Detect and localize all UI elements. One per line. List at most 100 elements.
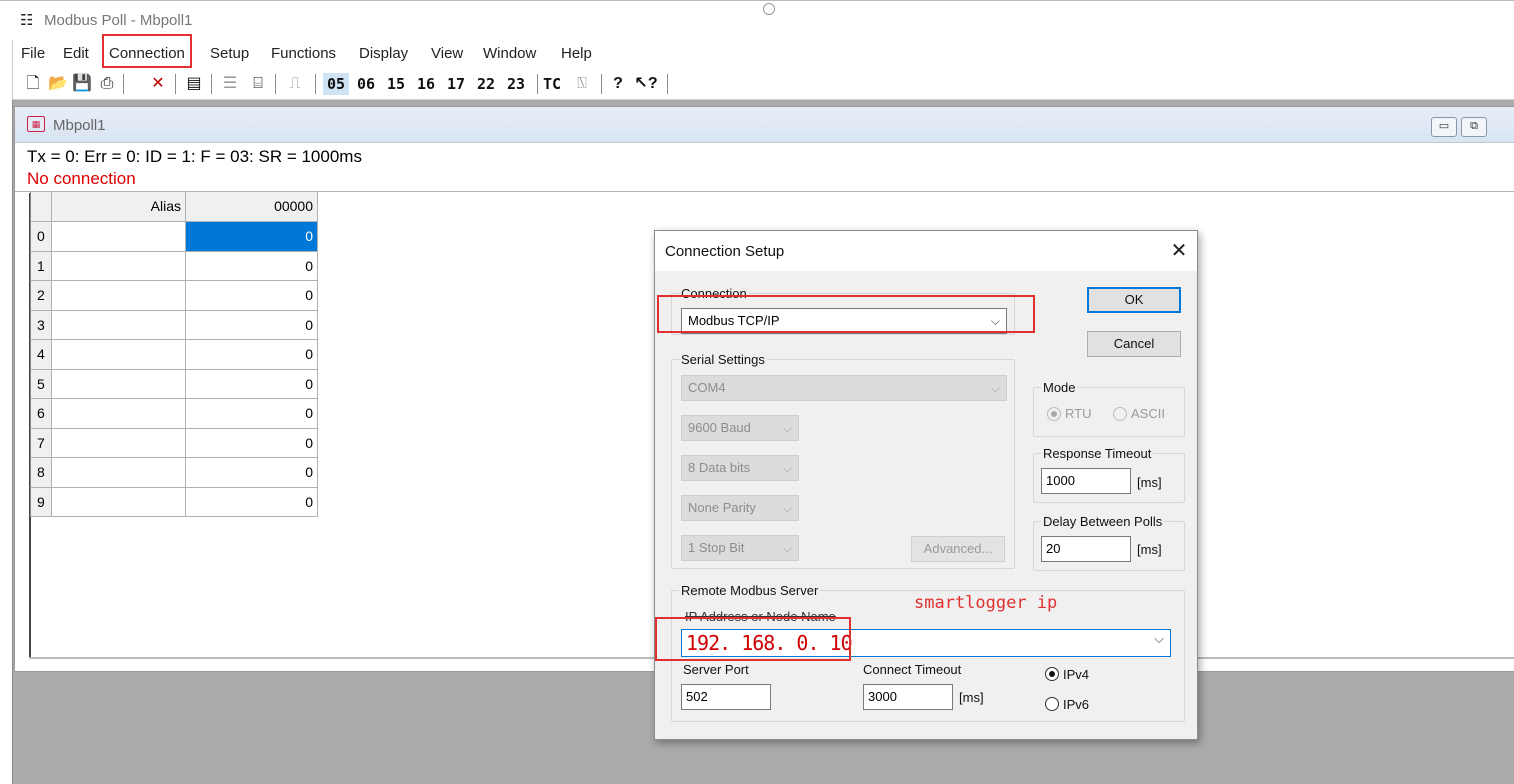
pulse-icon[interactable]: ⎍ (283, 73, 307, 95)
chart-icon[interactable]: ⍂ (571, 73, 593, 95)
address-column-header: 00000 (186, 192, 318, 222)
toolbar-separator (537, 74, 538, 94)
menu-view[interactable]: View (431, 45, 463, 62)
chevron-down-icon: ⌵ (990, 381, 1000, 395)
whats-this-help-icon[interactable]: ↖? (633, 73, 659, 95)
minimize-button[interactable]: ▭ (1431, 117, 1457, 137)
alias-cell[interactable] (52, 310, 186, 340)
alias-cell[interactable] (52, 222, 186, 252)
alias-cell[interactable] (52, 458, 186, 488)
function-06-button[interactable]: 06 (357, 73, 375, 95)
menu-file[interactable]: File (21, 45, 45, 62)
row-number: 4 (30, 340, 52, 370)
connection-status: No connection (27, 169, 136, 188)
menu-display[interactable]: Display (359, 45, 408, 62)
toolbar-separator (275, 74, 276, 94)
alias-cell[interactable] (52, 340, 186, 370)
value-cell[interactable]: 0 (186, 222, 318, 252)
row-number: 3 (30, 310, 52, 340)
print-icon[interactable]: ⎙ (95, 73, 119, 95)
ipv6-label: IPv6 (1063, 697, 1090, 712)
delete-icon[interactable]: ✕ (147, 73, 169, 95)
delay-between-polls-unit: [ms] (1137, 542, 1162, 557)
delay-between-polls-label: Delay Between Polls (1041, 514, 1165, 529)
alias-cell[interactable] (52, 281, 186, 311)
value-cell[interactable]: 0 (186, 310, 318, 340)
data-bits-select[interactable]: 8 Data bits ⌵ (681, 455, 799, 481)
mode-rtu-label: RTU (1065, 406, 1092, 421)
baud-rate-select[interactable]: 9600 Baud ⌵ (681, 415, 799, 441)
advanced-button[interactable]: Advanced... (911, 536, 1005, 562)
row-number: 0 (30, 222, 52, 252)
toolbar-separator (601, 74, 602, 94)
server-port-input[interactable]: 502 (681, 684, 771, 710)
value-cell[interactable]: 0 (186, 369, 318, 399)
function-23-button[interactable]: 23 (507, 73, 525, 95)
new-document-icon[interactable]: 🗋 (23, 73, 43, 95)
response-timeout-label: Response Timeout (1041, 446, 1154, 461)
connect-timeout-unit: [ms] (959, 690, 984, 705)
disconnect-icon[interactable]: ⌸ (247, 73, 269, 95)
function-16-button[interactable]: 16 (417, 73, 435, 95)
restore-button[interactable]: ⧉ (1461, 117, 1487, 137)
serial-settings-label: Serial Settings (679, 352, 767, 367)
value-cell[interactable]: 0 (186, 487, 318, 517)
title-bar: ☷ Modbus Poll - Mbpoll1 (0, 0, 1514, 40)
help-icon[interactable]: ? (609, 73, 627, 95)
delay-between-polls-input[interactable]: 20 (1041, 536, 1131, 562)
value-cell[interactable]: 0 (186, 251, 318, 281)
window-icon[interactable]: ▤ (183, 73, 205, 95)
ipv4-label: IPv4 (1063, 667, 1090, 682)
row-number: 1 (30, 251, 52, 281)
toolbar-separator (175, 74, 176, 94)
menu-bar: File Edit Connection Setup Functions Dis… (12, 40, 1514, 68)
mode-label: Mode (1041, 380, 1078, 395)
parity-value: None Parity (688, 500, 756, 515)
value-cell[interactable]: 0 (186, 281, 318, 311)
connect-timeout-input[interactable]: 3000 (863, 684, 953, 710)
function-17-button[interactable]: 17 (447, 73, 465, 95)
window-title: Modbus Poll - Mbpoll1 (44, 12, 193, 29)
serial-port-select[interactable]: COM4 ⌵ (681, 375, 1007, 401)
toolbar-separator (667, 74, 668, 94)
value-cell[interactable]: 0 (186, 428, 318, 458)
menu-window[interactable]: Window (483, 45, 536, 62)
annotation-box-ip-address (655, 617, 851, 661)
menu-help[interactable]: Help (561, 45, 592, 62)
stop-bits-select[interactable]: 1 Stop Bit ⌵ (681, 535, 799, 561)
chevron-down-icon: ⌵ (782, 461, 792, 475)
save-icon[interactable]: 💾 (71, 73, 93, 95)
ipv6-radio[interactable] (1045, 697, 1059, 711)
value-cell[interactable]: 0 (186, 399, 318, 429)
cancel-button[interactable]: Cancel (1087, 331, 1181, 357)
traffic-button[interactable]: TC (543, 73, 561, 95)
open-folder-icon[interactable]: 📂 (47, 73, 69, 95)
menu-edit[interactable]: Edit (63, 45, 89, 62)
parity-select[interactable]: None Parity ⌵ (681, 495, 799, 521)
close-icon[interactable]: ✕ (1163, 237, 1195, 267)
menu-functions[interactable]: Functions (271, 45, 336, 62)
alias-cell[interactable] (52, 369, 186, 399)
connect-icon[interactable]: ☰ (219, 73, 241, 95)
function-15-button[interactable]: 15 (387, 73, 405, 95)
alias-cell[interactable] (52, 251, 186, 281)
value-cell[interactable]: 0 (186, 340, 318, 370)
alias-cell[interactable] (52, 399, 186, 429)
function-05-button[interactable]: 05 (323, 73, 350, 95)
resize-handle[interactable] (763, 3, 775, 15)
serial-port-value: COM4 (688, 380, 726, 395)
app-icon: ☷ (20, 12, 34, 29)
toolbar-separator (123, 74, 124, 94)
ipv4-radio[interactable] (1045, 667, 1059, 681)
menu-setup[interactable]: Setup (210, 45, 249, 62)
alias-column-header: Alias (52, 192, 186, 222)
function-22-button[interactable]: 22 (477, 73, 495, 95)
alias-cell[interactable] (52, 487, 186, 517)
annotation-smartlogger-ip: smartlogger ip (914, 593, 1058, 613)
value-cell[interactable]: 0 (186, 458, 318, 488)
mode-ascii-radio[interactable] (1113, 407, 1127, 421)
alias-cell[interactable] (52, 428, 186, 458)
response-timeout-input[interactable]: 1000 (1041, 468, 1131, 494)
mode-rtu-radio[interactable] (1047, 407, 1061, 421)
ok-button[interactable]: OK (1087, 287, 1181, 313)
